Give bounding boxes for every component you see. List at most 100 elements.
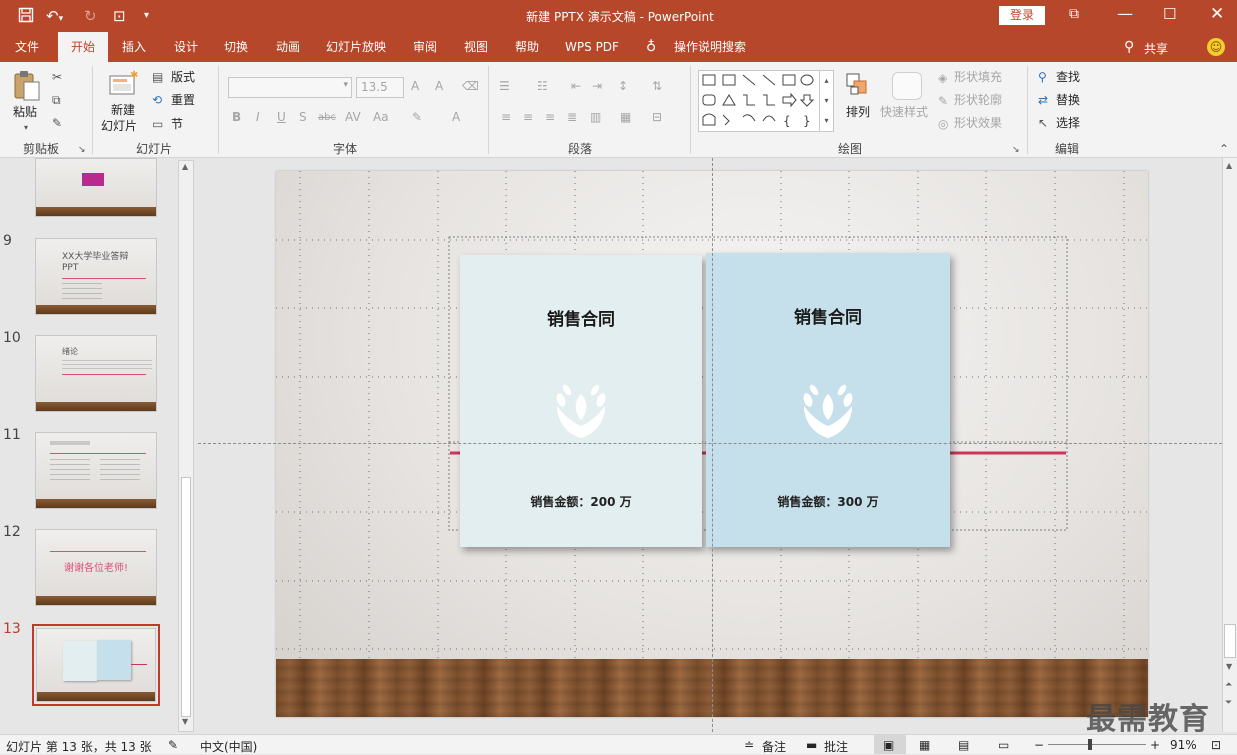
reading-view-icon[interactable]: ▤ <box>958 738 969 752</box>
previous-slide-icon[interactable]: ⏶ <box>1225 680 1232 690</box>
contract-card-right[interactable]: 销售合同 销售金额：300 万 <box>706 253 950 547</box>
shape-fill-button[interactable]: 形状填充 <box>954 69 1002 85</box>
bold-icon[interactable]: B <box>232 110 241 124</box>
reset-icon[interactable]: ⟲ <box>152 93 162 107</box>
select-button[interactable]: 选择 <box>1056 115 1080 131</box>
numbering-icon[interactable]: ☷ <box>537 79 548 93</box>
tab-design[interactable]: 设计 <box>164 32 208 62</box>
cut-icon[interactable]: ✂ <box>52 70 62 84</box>
scroll-thumb[interactable] <box>181 477 191 717</box>
next-slide-icon[interactable]: ⏷ <box>1225 698 1232 708</box>
redo-icon[interactable]: ↻ <box>84 7 97 25</box>
align-text-icon[interactable]: ⊟ <box>652 110 662 124</box>
notes-icon[interactable]: ≐ <box>744 738 754 752</box>
replace-icon[interactable]: ⇄ <box>1038 93 1048 107</box>
arrange-button[interactable]: 排列 <box>846 104 870 120</box>
person-icon[interactable]: ⚲ <box>1124 39 1134 55</box>
layout-button[interactable]: 版式 <box>171 69 195 85</box>
thumbnail-scrollbar[interactable]: ▲ ▼ <box>178 160 194 732</box>
start-from-beginning-icon[interactable]: ⊡ <box>113 7 126 25</box>
section-button[interactable]: 节 <box>171 116 183 132</box>
italic-icon[interactable]: I <box>256 110 260 124</box>
tab-review[interactable]: 审阅 <box>404 32 446 62</box>
find-button[interactable]: 查找 <box>1056 69 1080 85</box>
format-painter-icon[interactable]: ✎ <box>52 116 62 130</box>
arrange-icon[interactable] <box>845 72 871 98</box>
align-right-icon[interactable]: ≡ <box>545 110 555 124</box>
gallery-scroll[interactable]: ▴ ▾ ▾ <box>819 71 833 131</box>
spellcheck-icon[interactable]: ✎ <box>168 738 178 752</box>
comments-button[interactable]: 批注 <box>824 738 848 755</box>
save-icon[interactable] <box>18 7 34 27</box>
dialog-launcher-icon[interactable]: ↘ <box>1012 143 1020 157</box>
dialog-launcher-icon[interactable]: ↘ <box>78 143 86 157</box>
bullets-icon[interactable]: ☰ <box>499 79 510 93</box>
chevron-down-icon[interactable]: ▾ <box>24 121 28 135</box>
slide-thumbnail-13[interactable] <box>36 628 156 702</box>
reset-button[interactable]: 重置 <box>171 92 195 108</box>
scroll-thumb[interactable] <box>1224 624 1236 658</box>
zoom-slider[interactable] <box>1048 744 1146 745</box>
close-icon[interactable]: ✕ <box>1210 4 1224 24</box>
align-left-icon[interactable]: ≡ <box>501 110 511 124</box>
login-button[interactable]: 登录 <box>999 6 1045 25</box>
ribbon-display-options-icon[interactable]: ⧉ <box>1069 6 1079 22</box>
undo-icon[interactable]: ↶▾ <box>46 7 63 28</box>
line-spacing-icon[interactable]: ↕ <box>618 79 628 93</box>
tell-me-search[interactable]: 操作说明搜索 <box>668 32 752 62</box>
tab-home[interactable]: 开始 <box>58 32 108 62</box>
slide-thumbnail-12[interactable]: 谢谢各位老师! <box>35 529 157 606</box>
paste-icon[interactable] <box>12 70 42 102</box>
quick-styles-icon[interactable] <box>892 72 922 100</box>
shape-effects-button[interactable]: 形状效果 <box>954 115 1002 131</box>
tab-wps-pdf[interactable]: WPS PDF <box>558 32 626 62</box>
justify-icon[interactable]: ≣ <box>567 110 577 124</box>
zoom-out-icon[interactable]: − <box>1034 738 1044 752</box>
scroll-up-icon[interactable]: ▲ <box>182 162 188 171</box>
notes-button[interactable]: 备注 <box>762 738 786 755</box>
zoom-in-icon[interactable]: + <box>1150 738 1160 752</box>
change-case-icon[interactable]: Aa <box>373 110 389 124</box>
decrease-font-icon[interactable]: A <box>435 79 443 93</box>
scroll-down-icon[interactable]: ▼ <box>182 717 188 726</box>
effects-icon[interactable]: ◎ <box>938 117 948 131</box>
slideshow-icon[interactable]: ▭ <box>998 738 1009 752</box>
slide-scrollbar[interactable]: ▲ ▼ ⏶ ⏷ <box>1222 158 1237 732</box>
slide-thumbnail-8[interactable] <box>35 158 157 217</box>
font-color-icon[interactable]: A <box>452 110 460 124</box>
zoom-level[interactable]: 91% <box>1170 738 1197 752</box>
character-spacing-icon[interactable]: AV <box>345 110 361 124</box>
font-family-select[interactable]: ▾ <box>228 77 352 98</box>
fit-slide-icon[interactable]: ⊡ <box>1211 738 1221 752</box>
slide-thumbnail-10[interactable]: 绪论 <box>35 335 157 412</box>
slide-thumbnail-11[interactable] <box>35 432 157 509</box>
language-status[interactable]: 中文(中国) <box>200 738 257 755</box>
tab-insert[interactable]: 插入 <box>112 32 156 62</box>
clear-formatting-icon[interactable]: ⌫ <box>462 79 479 93</box>
align-center-icon[interactable]: ≡ <box>523 110 533 124</box>
highlight-icon[interactable]: ✎ <box>412 110 422 124</box>
tab-view[interactable]: 视图 <box>454 32 498 62</box>
strikethrough-icon[interactable]: abc <box>318 111 336 125</box>
tab-file[interactable]: 文件 <box>6 32 48 62</box>
smiley-feedback-icon[interactable]: ☺ <box>1207 38 1225 56</box>
collapse-ribbon-icon[interactable]: ⌃ <box>1219 142 1229 156</box>
maximize-icon[interactable]: ☐ <box>1163 5 1176 23</box>
increase-indent-icon[interactable]: ⇥ <box>592 79 602 93</box>
paste-button[interactable]: 粘贴 <box>13 104 37 120</box>
shapes-gallery[interactable]: { } ▴ ▾ ▾ <box>698 70 834 132</box>
scroll-up-icon[interactable]: ▲ <box>1226 161 1232 170</box>
tab-transitions[interactable]: 切换 <box>214 32 258 62</box>
share-button[interactable]: 共享 <box>1144 40 1168 57</box>
section-icon[interactable]: ▭ <box>152 117 163 131</box>
tab-slideshow[interactable]: 幻灯片放映 <box>318 32 394 62</box>
layout-icon[interactable]: ▤ <box>152 70 163 84</box>
underline-icon[interactable]: U <box>277 110 286 124</box>
shadow-icon[interactable]: S <box>299 110 307 124</box>
new-slide-button[interactable]: 新建 <box>111 102 135 118</box>
slide-thumbnail-9[interactable]: XX大学毕业答辩PPT <box>35 238 157 315</box>
tab-help[interactable]: 帮助 <box>506 32 548 62</box>
new-slide-dropdown[interactable]: 幻灯片 <box>101 118 137 134</box>
columns-icon[interactable]: ▦ <box>620 110 631 124</box>
find-icon[interactable]: ⚲ <box>1038 70 1047 84</box>
